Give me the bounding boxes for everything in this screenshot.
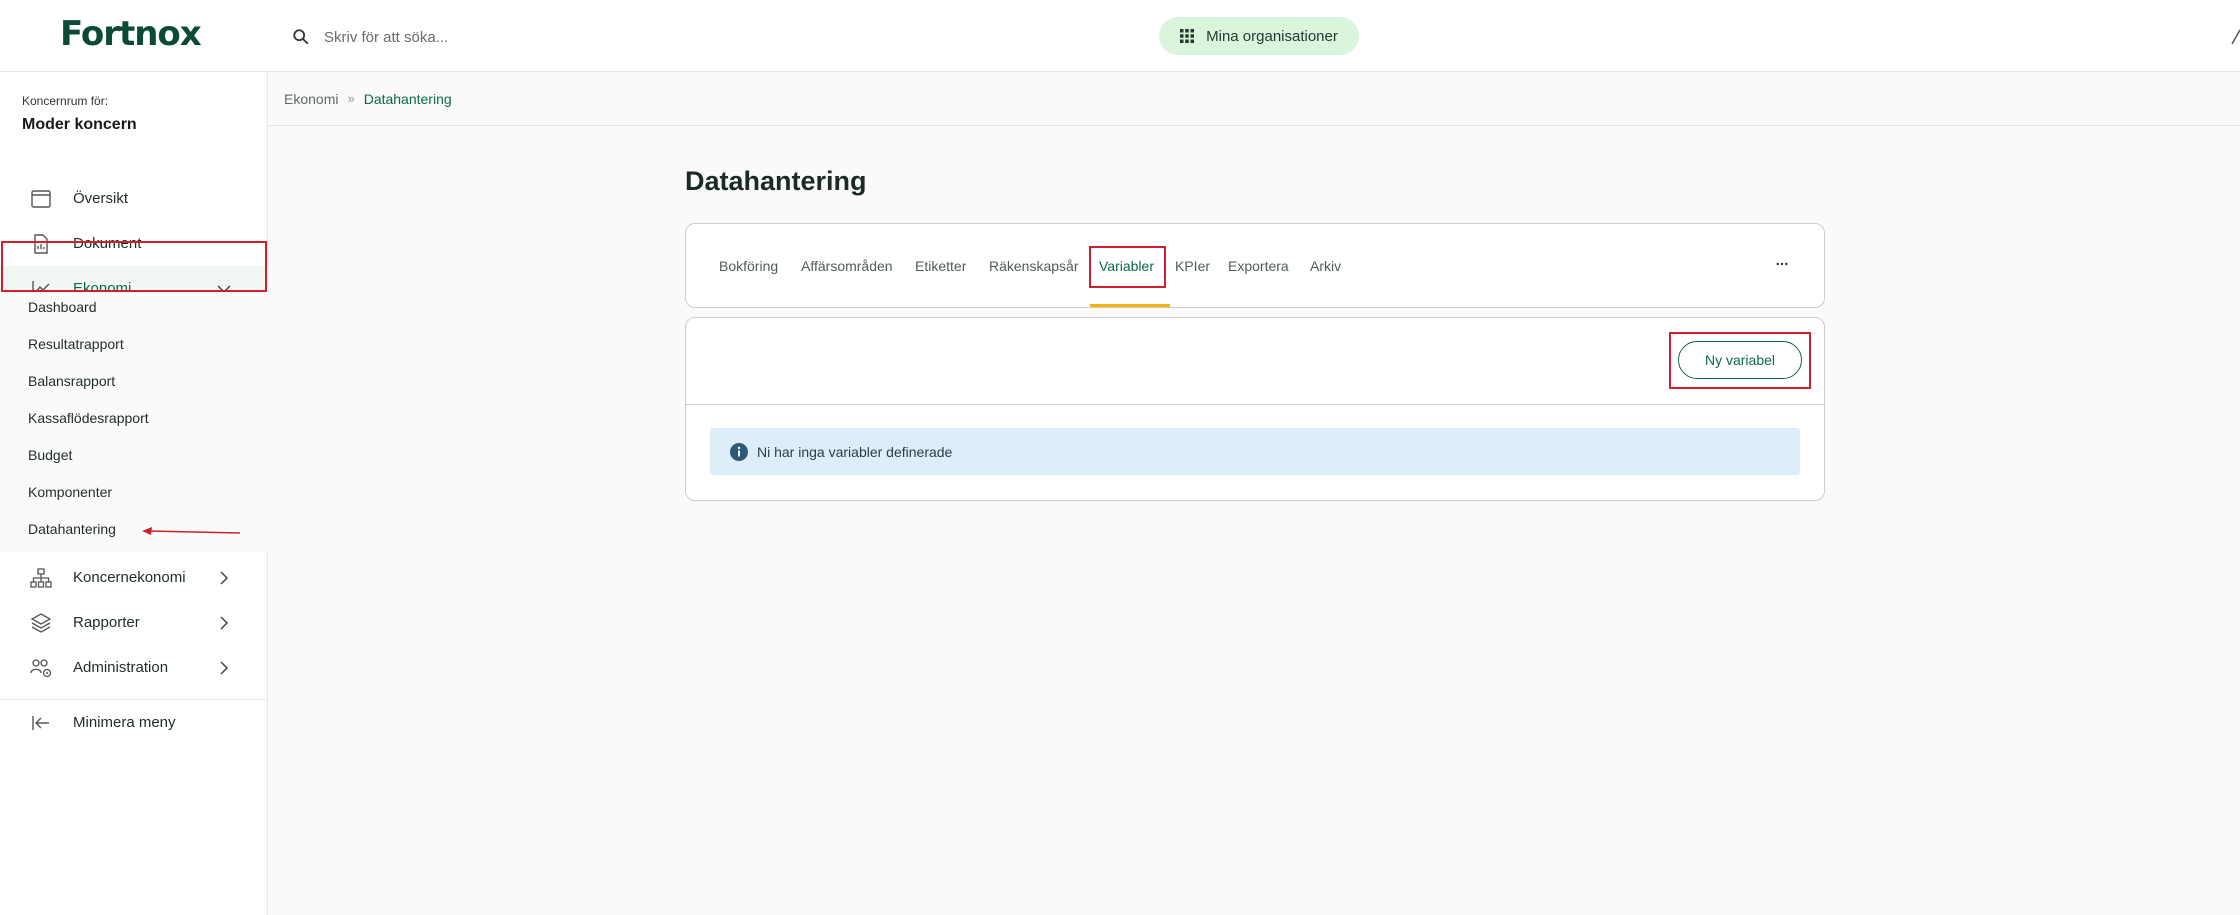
sidebar-item-label: Rapporter: [73, 614, 140, 631]
context-title[interactable]: Moder koncern: [22, 116, 137, 134]
context-label: Koncernrum för:: [22, 94, 109, 108]
subnav-item-kassaflodesrapport[interactable]: Kassaflödesrapport: [28, 410, 149, 426]
tab-bokforing[interactable]: Bokföring: [719, 258, 778, 274]
subnav-item-budget[interactable]: Budget: [28, 447, 72, 463]
sidebar-item-dokument[interactable]: Dokument: [0, 221, 268, 266]
sidebar-item-label: Översikt: [73, 190, 129, 207]
breadcrumb-parent[interactable]: Ekonomi: [284, 91, 338, 107]
sidebar-item-oversikt[interactable]: Översikt: [0, 176, 268, 221]
chevron-right-icon: [220, 570, 229, 585]
sidebar-item-administration[interactable]: Administration: [0, 645, 268, 690]
chevron-right-icon: [220, 615, 229, 630]
document-icon: [30, 233, 52, 255]
my-organisations-label: Mina organisationer: [1206, 27, 1338, 45]
search-bar[interactable]: [292, 22, 792, 52]
tab-exportera[interactable]: Exportera: [1228, 258, 1289, 274]
new-variable-button[interactable]: Ny variabel: [1678, 341, 1802, 379]
tabs-card: Bokföring Affärsområden Etiketter Räkens…: [685, 223, 1825, 308]
fortnox-logo[interactable]: Fortnox: [60, 14, 202, 54]
minimize-menu-label: Minimera meny: [73, 714, 176, 731]
top-bar: Fortnox Mina organisationer: [0, 0, 2240, 72]
hierarchy-icon: [30, 567, 52, 589]
chevron-right-icon: [220, 660, 229, 675]
info-message: Ni har inga variabler definerade: [757, 443, 953, 460]
subnav-item-resultatrapport[interactable]: Resultatrapport: [28, 336, 124, 352]
tab-etiketter[interactable]: Etiketter: [915, 258, 966, 274]
tab-kpier[interactable]: KPIer: [1175, 258, 1210, 274]
breadcrumb-current: Datahantering: [363, 90, 452, 107]
collapse-left-icon: [30, 712, 52, 734]
active-tab-indicator: [1090, 304, 1170, 307]
info-alert: Ni har inga variabler definerade: [710, 428, 1800, 475]
grid-icon: [1180, 29, 1195, 43]
minimize-menu-button[interactable]: Minimera meny: [0, 700, 268, 745]
layers-icon: [30, 612, 52, 634]
variables-card: Ny variabel Ni har inga variabler define…: [685, 317, 1825, 501]
tab-affarsomraden[interactable]: Affärsområden: [801, 258, 893, 274]
search-input[interactable]: [324, 28, 724, 46]
edit-icon[interactable]: [2230, 26, 2240, 46]
subnav-item-balansrapport[interactable]: Balansrapport: [28, 373, 115, 389]
users-gear-icon: [30, 657, 52, 679]
page-title: Datahantering: [685, 166, 867, 196]
breadcrumb: Ekonomi » Datahantering: [268, 72, 2240, 126]
subnav-item-datahantering[interactable]: Datahantering: [28, 521, 116, 537]
tab-arkiv[interactable]: Arkiv: [1310, 258, 1341, 274]
sidebar-item-koncernekonomi[interactable]: Koncernekonomi: [0, 555, 268, 600]
info-icon: [730, 442, 748, 461]
search-icon: [293, 29, 309, 45]
tab-rakenskapsar[interactable]: Räkenskapsår: [989, 258, 1079, 274]
sidebar-item-label: Administration: [73, 659, 169, 676]
sidebar-item-label: Koncernekonomi: [73, 569, 186, 586]
breadcrumb-separator-icon: »: [347, 91, 355, 106]
sidebar: Koncernrum för: Moder koncern Översikt D…: [0, 72, 268, 915]
more-horizontal-icon: [1776, 262, 1788, 266]
subnav-item-komponenter[interactable]: Komponenter: [28, 484, 112, 500]
tab-variabler[interactable]: Variabler: [1099, 258, 1154, 274]
sidebar-item-label: Dokument: [73, 235, 142, 252]
subnav-item-dashboard[interactable]: Dashboard: [28, 299, 97, 315]
more-tabs-button[interactable]: [1771, 254, 1793, 274]
my-organisations-button[interactable]: Mina organisationer: [1159, 17, 1359, 55]
browser-window-icon: [30, 188, 52, 210]
card-divider: [686, 404, 1824, 405]
sidebar-item-rapporter[interactable]: Rapporter: [0, 600, 268, 645]
